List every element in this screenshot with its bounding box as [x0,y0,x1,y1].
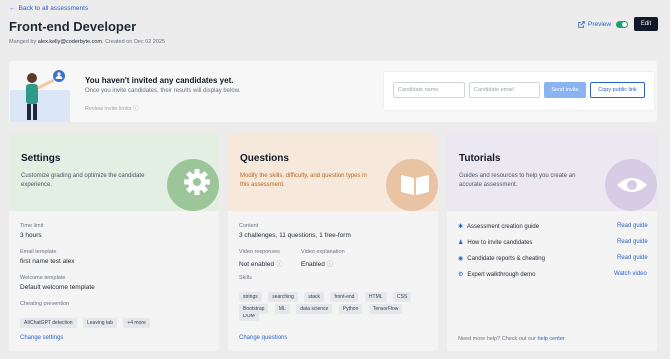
watch-video-link[interactable]: Watch video [614,271,647,277]
cheating-prevention-label: Cheating prevention [20,301,70,307]
invite-title: You haven't invited any candidates yet. [85,76,234,85]
manager-email: alex.kelly@coderbyte.com [37,39,103,45]
eye-icon [605,159,657,211]
candidate-email-input[interactable]: Candidate email [469,82,540,98]
back-link-label: Back to all assessments [18,5,89,12]
tutorial-item: ⚙ Expert walkthrough demo [458,271,536,279]
tutorials-description: Guides and resources to help you create … [459,173,576,188]
arrow-left-icon: ← [9,5,16,12]
skill-chip: TensorFlow [368,304,403,314]
skill-chip: data science [296,304,333,314]
invite-limits-link[interactable]: Review invite limits ⓘ [85,104,139,112]
email-template-label: Email template [20,249,57,255]
copy-public-link-button[interactable]: Copy public link [590,82,645,98]
tutorial-item: ✱ Assessment creation guide [458,223,540,231]
skill-chip: Python [338,304,363,314]
tutorial-label: Expert walkthrough demo [467,271,536,278]
email-template-value: first name test alex [20,258,75,265]
back-link[interactable]: ← Back to all assessments [9,5,88,12]
tutorial-item: ♟ How to invite candidates [458,239,533,247]
questions-description: Modify the skills, difficulty, and quest… [240,173,367,188]
questions-title: Questions [240,153,289,164]
help-prefix: Need more help? Check out our [458,336,536,342]
tutorial-label: Candidate reports & cheating [467,255,545,262]
video-explanation-value: Enabled ⓘ [301,258,333,268]
tutorial-label: Assessment creation guide [467,223,540,230]
video-responses-value: Not enabled ⓘ [239,258,282,268]
cheating-chips: AI/ChatGPT detection Leaving tab +4 more [20,311,210,330]
video-responses-status: Not enabled [239,261,275,268]
chip: AI/ChatGPT detection [20,318,77,328]
settings-description: Customize grading and optimize the candi… [21,173,145,188]
preview-link[interactable]: Preview [578,21,611,28]
send-invite-button[interactable]: Send invite [544,82,586,98]
report-icon: ◉ [458,256,464,262]
video-responses-label: Video responses [239,249,280,255]
time-limit-value: 3 hours [20,232,42,239]
preview-toggle[interactable] [616,21,628,28]
invite-subtitle: Once you invite candidates, their result… [85,88,241,94]
chip: Leaving tab [83,318,117,328]
book-icon [386,159,438,211]
invite-illustration [10,70,70,122]
skills-row-2: Bootstrap ML data science Python TensorF… [239,297,434,316]
info-icon: ⓘ [133,106,139,112]
welcome-template-label: Welcome template [20,275,66,281]
info-icon: ⓘ [326,261,334,268]
help-text: Need more help? Check out our help cente… [458,336,565,342]
read-guide-link[interactable]: Read guide [617,239,648,245]
read-guide-link[interactable]: Read guide [617,223,648,229]
info-icon: ⓘ [275,261,283,268]
settings-card: Settings Customize grading and optimize … [9,133,219,351]
settings-icon: ⚙ [458,272,464,278]
tutorial-item: ◉ Candidate reports & cheating [458,255,545,263]
preview-label: Preview [588,21,612,28]
content-value: 3 challenges, 11 questions, 1 free-form [239,232,351,239]
page-title: Front-end Developer [9,19,137,34]
change-questions-link[interactable]: Change questions [239,335,287,341]
welcome-template-value: Default welcome template [20,284,95,291]
skills-label: Skills [239,275,252,281]
change-settings-link[interactable]: Change settings [20,335,63,341]
skill-chip: ML [274,304,290,314]
video-explanation-label: Video explanation [301,249,345,255]
user-icon: ♟ [458,240,464,246]
help-center-link[interactable]: help center [538,336,565,342]
candidate-name-input[interactable]: Candidate name [393,82,465,98]
external-link-icon [578,21,585,28]
chip: +4 more [123,318,150,328]
content-label: Content [239,223,259,229]
read-guide-link[interactable]: Read guide [617,255,648,261]
managed-prefix: Manged by [9,39,37,45]
questions-card: Questions Modify the skills, difficulty,… [228,133,438,351]
managed-by-text: Manged by alex.kelly@coderbyte.com. Crea… [9,39,165,45]
tools-icon: ✱ [458,224,464,230]
gear-icon [167,159,219,211]
tutorials-title: Tutorials [459,153,501,164]
tutorials-card: Tutorials Guides and resources to help y… [447,133,657,351]
tutorial-label: How to invite candidates [467,239,533,246]
invite-limits-label: Review invite limits [85,106,132,112]
time-limit-label: Time limit [20,223,44,229]
created-date: . Created on Dec 02 2025 [102,39,166,45]
edit-button[interactable]: Edit [634,17,658,31]
video-explanation-status: Enabled [301,261,325,268]
skill-chip: Bootstrap [239,304,269,314]
settings-title: Settings [21,153,61,164]
